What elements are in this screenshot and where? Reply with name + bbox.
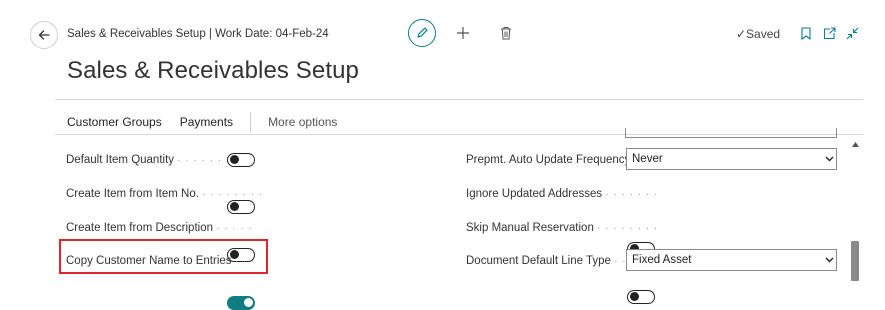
new-button[interactable] [455,25,471,41]
create-item-from-item-no-toggle[interactable] [227,200,255,214]
field-label-skip-manual-reservation: Skip Manual Reservation · · · · · · · · [466,222,659,234]
select-value: Never [632,153,663,165]
edit-pencil-icon [417,27,428,38]
open-new-window-icon [823,26,836,39]
scroll-up-icon [851,141,859,147]
partial-field[interactable] [625,128,837,138]
open-new-window-button[interactable] [822,26,836,40]
document-default-line-type-select[interactable]: Fixed Asset [626,249,837,271]
prepmt-auto-update-frequency-select[interactable]: Never [626,148,837,170]
copy-customer-name-toggle[interactable] [227,296,255,310]
header-divider [55,99,863,100]
saved-status: ✓Saved [736,27,781,41]
scroll-up-button[interactable] [847,136,863,152]
action-payments[interactable]: Payments [180,115,233,129]
back-arrow-icon [38,30,50,40]
highlight-box [59,239,268,274]
select-value: Fixed Asset [632,254,692,266]
action-separator [250,112,252,132]
action-bar: Customer Groups Payments More options [67,112,337,132]
bookmark-icon [801,26,811,40]
delete-button[interactable] [499,25,513,41]
field-label-create-item-from-item-no: Create Item from Item No. · · · · · · · … [66,188,264,200]
field-label-create-item-from-description: Create Item from Description · · · · · [66,222,253,234]
trash-icon [501,27,511,40]
collapse-icon [846,27,858,39]
plus-icon [457,27,469,39]
action-customer-groups[interactable]: Customer Groups [67,115,162,129]
more-options-button[interactable]: More options [268,115,337,129]
breadcrumb: Sales & Receivables Setup | Work Date: 0… [67,28,329,40]
collapse-button[interactable] [845,26,859,40]
chevron-down-icon [822,257,836,263]
field-label-ignore-updated-addresses: Ignore Updated Addresses · · · · · · · [466,188,659,200]
bookmark-button[interactable] [800,26,812,40]
chevron-down-icon [822,156,836,162]
field-label-document-default-line-type: Document Default Line Type · · · · · [466,255,650,267]
skip-manual-reservation-toggle[interactable] [627,290,655,304]
scrollbar-thumb[interactable] [851,241,859,281]
back-button[interactable] [30,21,58,49]
edit-button[interactable] [408,19,436,47]
page-title: Sales & Receivables Setup [67,57,359,84]
default-item-quantity-toggle[interactable] [227,153,255,167]
